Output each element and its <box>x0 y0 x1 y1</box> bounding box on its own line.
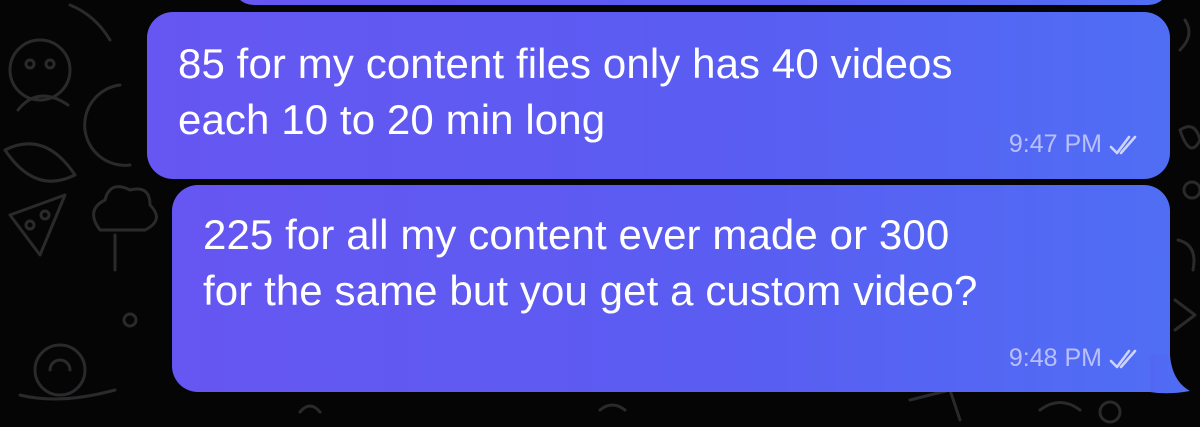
message-text: 85 for my content files only has 40 vide… <box>178 40 953 143</box>
doodle-tree-icon <box>92 185 158 232</box>
doodle-snail-icon <box>33 343 87 397</box>
doodle-leaf-icon <box>3 142 77 183</box>
message-bubble-outgoing[interactable]: 225 for all my content ever made or 300 … <box>172 185 1170 392</box>
message-bubble-outgoing[interactable]: 85 for my content files only has 40 vide… <box>147 12 1170 179</box>
message-meta: 9:47 PM <box>1009 130 1142 159</box>
message-timestamp: 9:47 PM <box>1008 130 1102 158</box>
message-text: 225 for all my content ever made or 300 … <box>203 211 978 314</box>
doodle-bottom-right-icon <box>1038 401 1082 412</box>
message-meta: 9:48 PM <box>1009 344 1142 373</box>
double-check-icon <box>1109 349 1137 368</box>
previous-message-bubble[interactable] <box>232 0 1170 5</box>
doodle-pizza-icon <box>8 193 67 257</box>
double-check-icon <box>1109 135 1137 154</box>
chat-area: 85 for my content files only has 40 vide… <box>0 0 1200 427</box>
doodle-right-heart-icon <box>1178 125 1200 150</box>
doodle-moon-icon <box>83 83 132 167</box>
doodle-face-icon <box>8 38 72 102</box>
message-timestamp: 9:48 PM <box>1008 344 1102 372</box>
bubble-tail-icon <box>1150 355 1190 394</box>
doodle-right-top-icon <box>1178 18 1191 52</box>
